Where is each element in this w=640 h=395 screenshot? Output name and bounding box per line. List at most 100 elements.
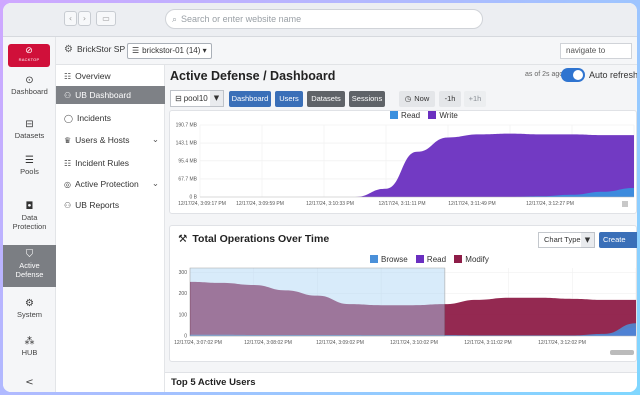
- main-content: Active Defense / Dashboard as of 2s ago …: [165, 65, 637, 392]
- rail-item-dashboard[interactable]: ⊙ Dashboard: [3, 71, 56, 107]
- total-ops-card: ⚒ Total Operations Over Time Chart Type ▼…: [169, 225, 637, 362]
- x-tick-label: 12/17/24, 3:11:49 PM: [448, 201, 495, 207]
- forward-icon[interactable]: ›: [78, 11, 91, 26]
- menu-item-incident-rules[interactable]: ☷ Incident Rules: [56, 154, 165, 172]
- y-tick-label: 0 B: [189, 195, 197, 201]
- x-tick-label: 12/17/24, 3:09:17 PM: [178, 201, 226, 207]
- tools-icon: ⚒: [178, 233, 188, 245]
- tab-dashboard[interactable]: Dashboard: [229, 91, 271, 107]
- menu-item-label: Incidents: [76, 113, 111, 123]
- legend-write-swatch: [428, 111, 437, 119]
- rail-item-label: Active: [19, 261, 40, 270]
- x-tick-label: 12/17/24, 3:10:02 PM: [390, 340, 438, 346]
- pool-select[interactable]: ⊟ pool10: [170, 90, 211, 107]
- x-tick-label: 12/17/24, 3:07:02 PM: [174, 340, 222, 346]
- auto-refresh-toggle[interactable]: [561, 68, 585, 82]
- rail-item-label: HUB: [21, 348, 38, 357]
- browser-chrome: ‹ › ▭ ⌕ Search or enter website name: [3, 3, 637, 37]
- menu-item-ub-reports[interactable]: ⚇ UB Reports: [56, 196, 165, 214]
- rail-item-active-defense[interactable]: ⛉ Active Defense: [3, 245, 56, 287]
- throughput-chart: 0 B 67.7 MB 95.4 MB 143.1 MB 190.7 MB 12/17/2…: [176, 123, 635, 207]
- rail-item-label: System: [16, 310, 42, 319]
- now-button[interactable]: ◷ Now: [399, 91, 435, 107]
- chevron-down-icon[interactable]: ⌄: [152, 175, 159, 193]
- cluster-select[interactable]: ☰ brickstor-01 (14) ▾: [127, 43, 212, 59]
- back-icon[interactable]: ‹: [64, 11, 77, 26]
- x-tick-label: 12/17/24, 3:09:59 PM: [236, 201, 284, 207]
- top-bar: ⚙ BrickStor SP ☰ brickstor-01 (14) ▾ navig…: [56, 37, 637, 65]
- collapse-rail-button[interactable]: <: [3, 375, 56, 391]
- menu-item-users-hosts[interactable]: ♛ Users & Hosts ⌄: [56, 131, 165, 149]
- rail-item-label: Pools: [20, 167, 39, 176]
- clock-icon: ◷: [404, 94, 412, 103]
- chart1-scroll-thumb[interactable]: [622, 201, 628, 207]
- camera-icon: ◘: [25, 201, 34, 212]
- server-icon: ☰: [132, 46, 140, 55]
- create-report-button[interactable]: Create Rep: [599, 232, 637, 260]
- rail-item-datasets[interactable]: ⊟ Datasets: [3, 115, 56, 145]
- menu-item-incidents[interactable]: ◯ Incidents: [56, 109, 165, 127]
- menu-item-label: Overview: [75, 71, 111, 81]
- search-icon: ⌕: [172, 15, 178, 25]
- navigate-to-input[interactable]: navigate to: [560, 43, 632, 59]
- chart-type-caret-icon[interactable]: ▼: [581, 232, 595, 248]
- rail-item-pools[interactable]: ☰ Pools: [3, 151, 56, 183]
- x-tick-label: 12/17/24, 3:12:02 PM: [538, 340, 586, 346]
- legend-browse-swatch: [370, 255, 378, 263]
- minus-1h-button[interactable]: -1h: [439, 91, 461, 107]
- racktop-logo[interactable]: ⊘ RACKTOP: [8, 44, 50, 67]
- legend-browse: Browse: [381, 255, 408, 264]
- tab-sessions[interactable]: Sessions: [349, 91, 385, 107]
- browser-window: ‹ › ▭ ⌕ Search or enter website name ⊘ RAC…: [3, 3, 637, 392]
- legend-read: Read: [401, 111, 421, 120]
- total-ops-title: Total Operations Over Time: [192, 233, 330, 245]
- y-tick-label: 143.1 MB: [176, 141, 198, 147]
- chevron-down-icon[interactable]: ⌄: [152, 131, 159, 149]
- refresh-timestamp: as of 2s ago: [525, 71, 564, 78]
- legend-modify-swatch: [454, 255, 463, 263]
- y-tick-label: 0: [184, 334, 187, 340]
- chart2-scrollbar[interactable]: [610, 350, 634, 355]
- menu-item-ub-dashboard[interactable]: ⚇ UB Dashboard: [56, 86, 165, 104]
- rail-item-label: Datasets: [14, 131, 45, 140]
- menu-item-overview[interactable]: ☷ Overview: [56, 67, 165, 85]
- pools-icon: ☰: [25, 155, 34, 166]
- address-bar[interactable]: ⌕ Search or enter website name: [165, 9, 483, 29]
- legend-read2: Read: [426, 255, 447, 264]
- chart-type-select[interactable]: Chart Type: [538, 232, 582, 248]
- hub-icon: ⁂: [24, 336, 35, 347]
- pool-dropdown-caret-icon[interactable]: ▼: [210, 90, 224, 107]
- rail-item-hub[interactable]: ⁂ HUB: [3, 332, 56, 362]
- rail-item-label: Data: [21, 213, 38, 222]
- incident-icon: ◯: [64, 114, 73, 123]
- y-tick-label: 95.4 MB: [178, 158, 197, 164]
- y-tick-label: 190.7 MB: [176, 123, 198, 129]
- cluster-label: brickstor-01 (14) ▾: [142, 46, 207, 55]
- site-name[interactable]: ⚙ BrickStor SP: [64, 44, 125, 55]
- y-tick-label: 100: [179, 312, 188, 318]
- logo-mark-icon: ⊘: [25, 46, 33, 56]
- total-ops-title-row: ⚒ Total Operations Over Time: [178, 233, 329, 245]
- x-tick-label: 12/17/24, 3:08:02 PM: [244, 340, 292, 346]
- tab-users[interactable]: Users: [275, 91, 303, 107]
- menu-item-label: Incident Rules: [75, 158, 130, 168]
- brand-label: RACKTOP: [18, 57, 40, 62]
- sub-menu: ☷ Overview ⚇ UB Dashboard ◯ Incidents ♛ Users &…: [56, 65, 165, 392]
- throughput-chart-card: Read Write 0 B 67.7 MB 95.4 MB 143.1 MB 190.…: [169, 110, 637, 214]
- auto-refresh-label: Auto refresh: [589, 70, 637, 80]
- menu-item-active-protection[interactable]: ◎ Active Protection ⌄: [56, 175, 165, 193]
- plus-1h-button[interactable]: +1h: [464, 91, 486, 107]
- sidebar-icon[interactable]: ▭: [96, 11, 116, 26]
- y-tick-label: 67.7 MB: [178, 176, 197, 182]
- rail-item-data-protection[interactable]: ◘ Data Protection: [3, 197, 56, 237]
- now-label: Now: [414, 94, 430, 103]
- menu-item-label: UB Dashboard: [75, 90, 131, 100]
- rail-item-system[interactable]: ⚙ System: [3, 294, 56, 324]
- x-tick-label: 12/17/24, 3:10:33 PM: [306, 201, 354, 207]
- zoom-selection-region: [189, 267, 446, 337]
- menu-item-label: Users & Hosts: [75, 135, 130, 145]
- users-icon: ♛: [64, 136, 72, 145]
- rail-item-label: Defense: [15, 270, 44, 279]
- tab-datasets[interactable]: Datasets: [307, 91, 345, 107]
- reports-icon: ⚇: [64, 201, 72, 210]
